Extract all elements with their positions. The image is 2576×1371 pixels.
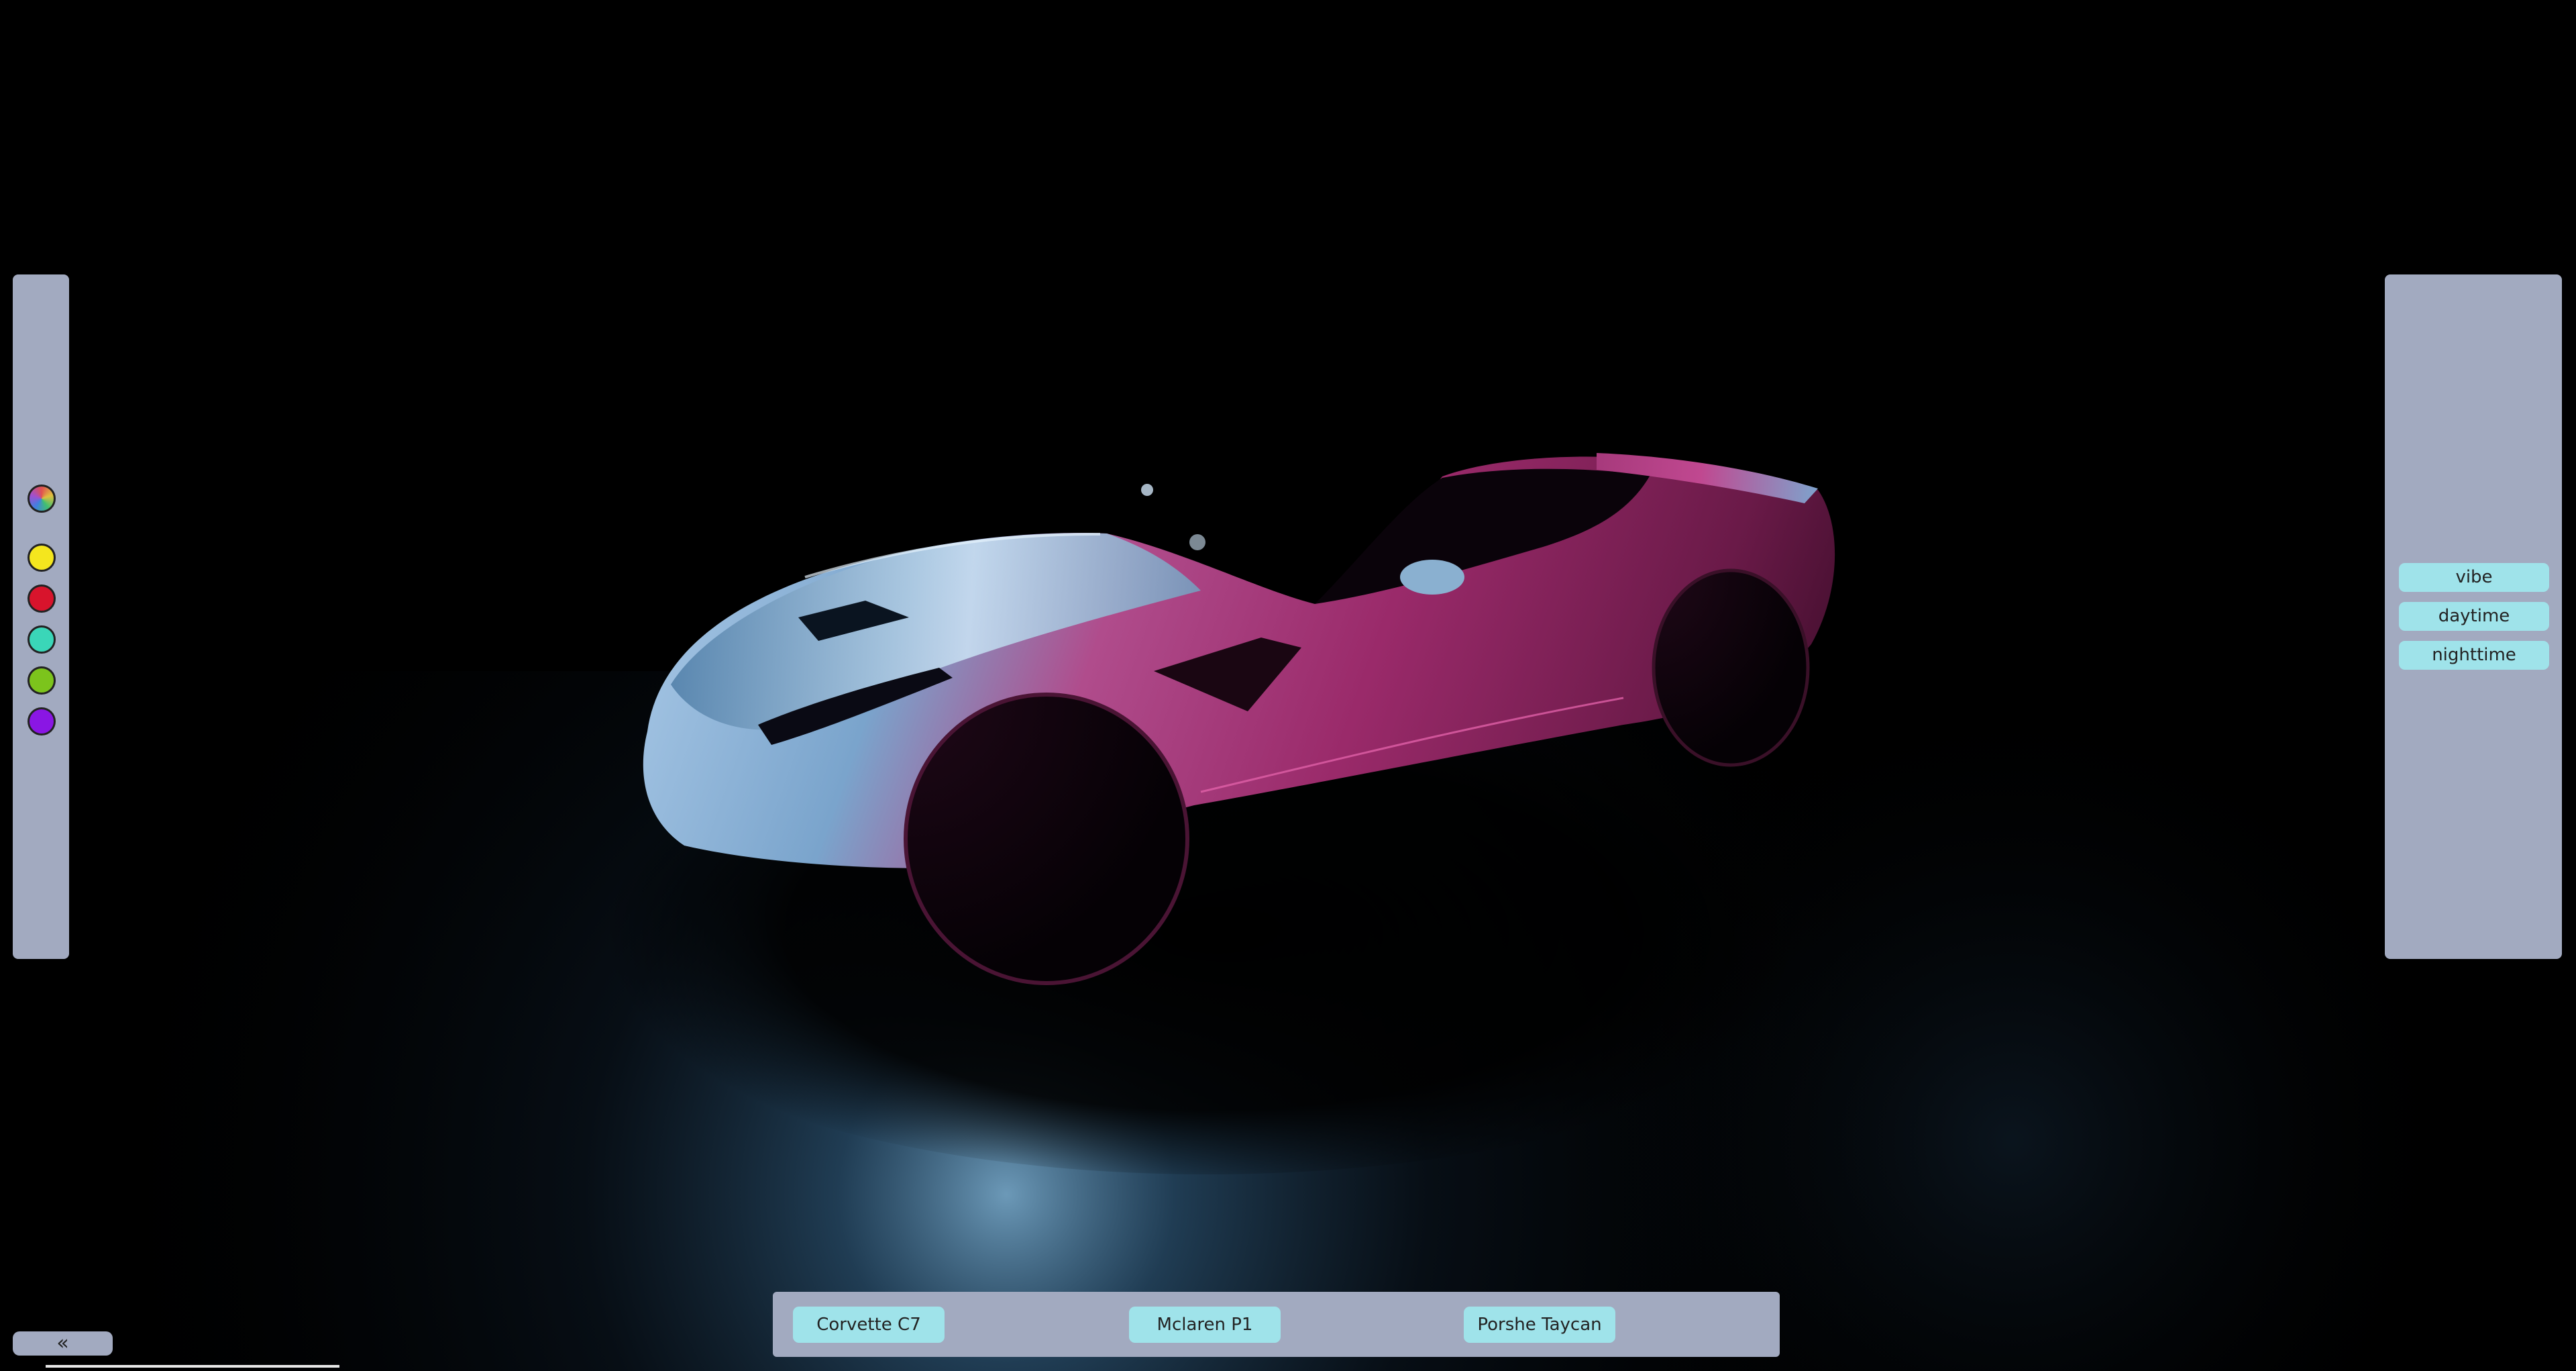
model-corvette-c7-button[interactable]: Corvette C7	[793, 1307, 945, 1343]
model-selector-bar: Corvette C7 Mclaren P1 Porshe Taycan	[773, 1292, 1780, 1357]
model-mclaren-p1-button[interactable]: Mclaren P1	[1129, 1307, 1281, 1343]
car-render-scene[interactable]	[0, 0, 2576, 1371]
color-picker-panel	[13, 274, 69, 959]
nighttime-button[interactable]: nighttime	[2399, 641, 2549, 670]
daytime-button[interactable]: daytime	[2399, 602, 2549, 631]
purple-swatch[interactable]	[28, 707, 56, 735]
color-wheel-icon[interactable]	[28, 485, 56, 513]
teal-swatch[interactable]	[28, 625, 56, 654]
vibe-button[interactable]: vibe	[2399, 563, 2549, 592]
red-swatch[interactable]	[28, 585, 56, 613]
green-swatch[interactable]	[28, 666, 56, 695]
progress-line	[46, 1365, 339, 1368]
car-configurator-viewport[interactable]: vibe daytime nighttime Corvette C7 Mclar…	[0, 0, 2576, 1371]
yellow-swatch[interactable]	[28, 544, 56, 572]
environment-panel: vibe daytime nighttime	[2385, 274, 2562, 959]
model-porshe-taycan-button[interactable]: Porshe Taycan	[1464, 1307, 1615, 1343]
double-chevron-left-icon[interactable]: «	[13, 1331, 113, 1356]
